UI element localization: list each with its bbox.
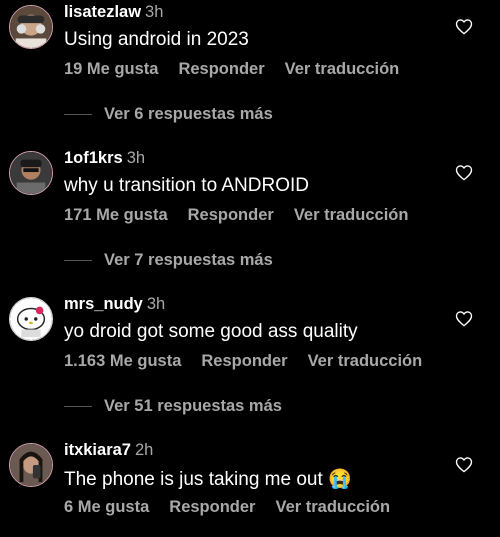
username[interactable]: itxkiara7 bbox=[64, 441, 131, 459]
view-replies-label: Ver 7 respuestas más bbox=[104, 251, 273, 269]
reply-button[interactable]: Responder bbox=[178, 60, 264, 78]
reply-button[interactable]: Responder bbox=[188, 206, 274, 224]
avatar[interactable] bbox=[9, 443, 53, 487]
likes-count[interactable]: 171 Me gusta bbox=[64, 206, 168, 224]
comment-text: yo droid got some good ass quality bbox=[64, 321, 358, 342]
comment-text: Using android in 2023 bbox=[64, 29, 249, 50]
timestamp: 2h bbox=[134, 441, 154, 459]
comment-actions: 1.163 Me gusta Responder Ver traducción bbox=[64, 352, 442, 371]
replies-divider bbox=[64, 260, 92, 262]
avatar[interactable] bbox=[9, 151, 53, 195]
replies-divider bbox=[64, 406, 92, 408]
likes-count[interactable]: 19 Me gusta bbox=[64, 60, 158, 78]
comment-actions: 171 Me gusta Responder Ver traducción bbox=[64, 206, 428, 225]
heart-icon[interactable] bbox=[455, 456, 473, 473]
translate-button[interactable]: Ver traducción bbox=[285, 60, 400, 78]
likes-count[interactable]: 1.163 Me gusta bbox=[64, 352, 181, 370]
translate-button[interactable]: Ver traducción bbox=[275, 498, 390, 516]
comment-text: The phone is jus taking me out 😭 bbox=[64, 469, 352, 490]
comment-meta: 1of1krs 3h bbox=[64, 149, 145, 168]
username[interactable]: lisatezlaw bbox=[64, 3, 141, 21]
replies-divider bbox=[64, 114, 92, 116]
heart-icon[interactable] bbox=[455, 18, 473, 35]
view-replies-button[interactable]: Ver 51 respuestas más bbox=[64, 397, 282, 416]
comment-actions: 6 Me gusta Responder Ver traducción bbox=[64, 498, 410, 517]
timestamp: 3h bbox=[126, 149, 146, 167]
reply-button[interactable]: Responder bbox=[201, 352, 287, 370]
avatar[interactable] bbox=[9, 5, 53, 49]
timestamp: 3h bbox=[145, 3, 164, 21]
view-replies-label: Ver 51 respuestas más bbox=[104, 397, 282, 415]
view-replies-button[interactable]: Ver 6 respuestas más bbox=[64, 105, 273, 124]
comment-actions: 19 Me gusta Responder Ver traducción bbox=[64, 60, 419, 79]
username[interactable]: 1of1krs bbox=[64, 149, 123, 167]
view-replies-label: Ver 6 respuestas más bbox=[104, 105, 273, 123]
heart-icon[interactable] bbox=[455, 310, 473, 327]
comment-meta: itxkiara7 2h bbox=[64, 441, 153, 460]
likes-count[interactable]: 6 Me gusta bbox=[64, 498, 149, 516]
translate-button[interactable]: Ver traducción bbox=[294, 206, 409, 224]
comment-meta: lisatezlaw 3h bbox=[64, 3, 163, 22]
reply-button[interactable]: Responder bbox=[169, 498, 255, 516]
comment-text: why u transition to ANDROID bbox=[64, 175, 309, 196]
translate-button[interactable]: Ver traducción bbox=[308, 352, 423, 370]
avatar[interactable] bbox=[9, 297, 53, 341]
heart-icon[interactable] bbox=[455, 164, 473, 181]
view-replies-button[interactable]: Ver 7 respuestas más bbox=[64, 251, 273, 270]
timestamp: 3h bbox=[146, 295, 166, 313]
comment-meta: mrs_nudy 3h bbox=[64, 295, 165, 314]
username[interactable]: mrs_nudy bbox=[64, 295, 143, 313]
